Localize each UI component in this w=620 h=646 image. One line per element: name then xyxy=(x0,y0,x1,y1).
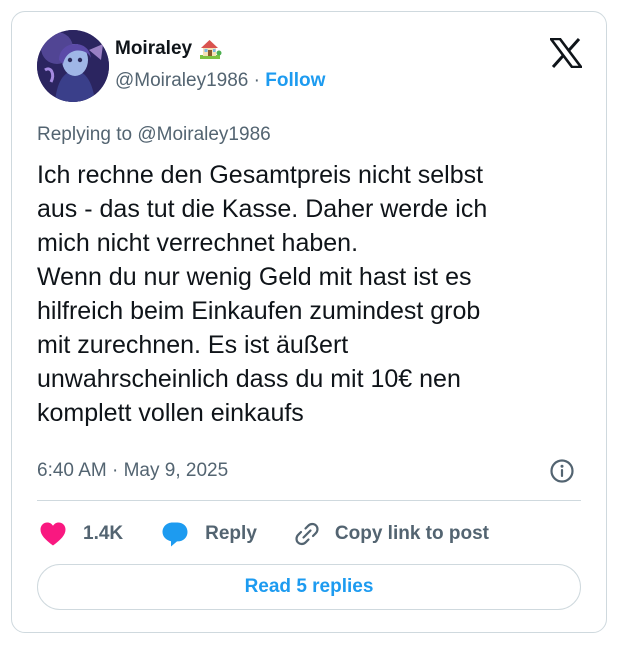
like-button[interactable]: 1.4K xyxy=(39,521,123,547)
divider xyxy=(37,500,581,501)
house-with-garden-icon xyxy=(198,38,222,60)
tweet-text-line: unwahrscheinlich dass du mit 10€ nen xyxy=(37,365,461,393)
tweet-text-line: Wenn du nur wenig Geld mit hast ist es xyxy=(37,263,472,291)
read-replies-label: Read 5 replies xyxy=(244,576,374,597)
reply-label: Reply xyxy=(205,523,257,544)
tweet-text-line: hilfreich beim Einkaufen zumindest grob xyxy=(37,297,481,325)
tweet-date: May 9, 2025 xyxy=(123,460,229,481)
action-bar: 1.4K Reply Copy link to post xyxy=(39,516,489,552)
handle-separator: · xyxy=(253,70,266,91)
reply-button[interactable]: Reply xyxy=(161,520,257,548)
timestamp-separator: · xyxy=(112,460,124,481)
copy-link-label: Copy link to post xyxy=(334,523,489,544)
handle-row: @Moiraley1986 · Follow xyxy=(115,70,325,92)
avatar-image xyxy=(37,30,109,102)
tweet-text-line: mit zurechnen. Es ist äußert xyxy=(37,331,349,359)
timestamp[interactable]: 6:40 AM · May 9, 2025 xyxy=(37,460,228,482)
info-icon[interactable] xyxy=(549,458,575,484)
tweet-text: Ich rechne den Gesamtpreis nicht selbst … xyxy=(37,158,597,430)
replying-to-prefix: Replying to xyxy=(37,124,138,145)
author-handle[interactable]: @Moiraley1986 xyxy=(115,70,248,91)
tweet-text-line: mich nicht verrechnet haben. xyxy=(37,229,359,257)
link-icon xyxy=(295,522,319,546)
copy-link-button[interactable]: Copy link to post xyxy=(293,520,489,548)
x-logo-icon[interactable] xyxy=(548,37,584,69)
follow-button[interactable]: Follow xyxy=(265,70,325,91)
author-display-name[interactable]: Moiraley xyxy=(115,38,192,60)
like-count: 1.4K xyxy=(83,523,124,544)
read-replies-button[interactable]: Read 5 replies xyxy=(37,564,581,610)
tweet-text-line: komplett vollen einkaufs xyxy=(37,399,304,427)
heart-icon xyxy=(40,522,66,546)
replying-to: Replying to @Moiraley1986 xyxy=(37,124,271,146)
tweet-time: 6:40 AM xyxy=(37,460,107,481)
avatar[interactable] xyxy=(37,30,109,102)
tweet-text-line: aus - das tut die Kasse. Daher werde ich xyxy=(37,195,488,223)
replying-to-handle[interactable]: @Moiraley1986 xyxy=(137,124,270,145)
tweet-text-line: Ich rechne den Gesamtpreis nicht selbst xyxy=(37,161,484,189)
reply-bubble-icon xyxy=(162,522,188,547)
author-name-row[interactable]: Moiraley xyxy=(115,38,222,60)
tweet-card: Moiraley @Moiraley1986 · Follow Replying… xyxy=(11,11,607,633)
